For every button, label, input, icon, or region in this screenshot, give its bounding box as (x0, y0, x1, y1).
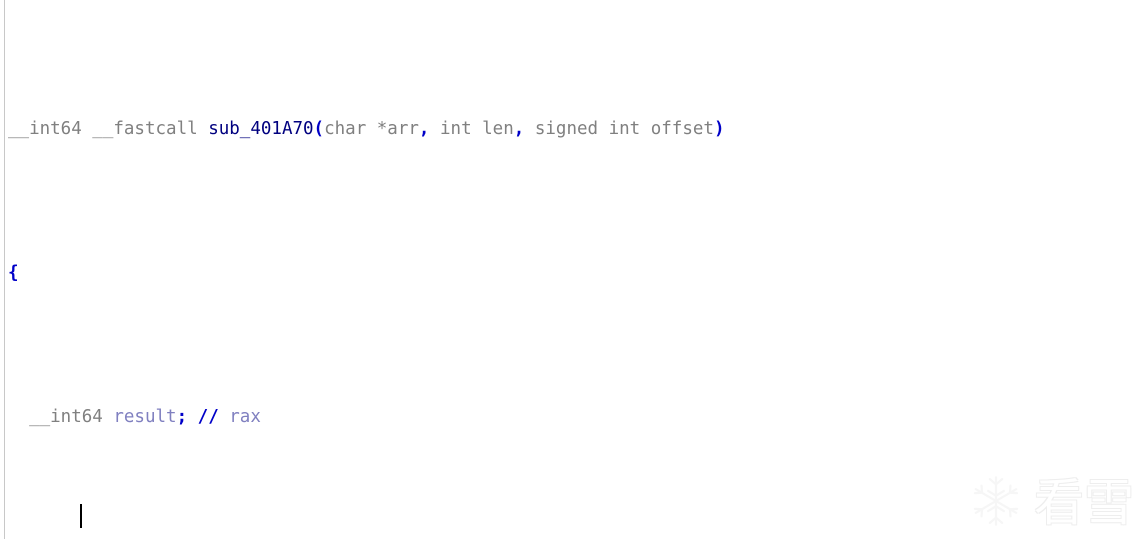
token-comment-marker: // (197, 407, 230, 428)
token-type: signed int offset (534, 119, 714, 140)
code-area[interactable]: __int64 __fastcall sub_401A70(char *arr,… (0, 0, 1146, 539)
code-line[interactable]: __int64 result; // rax (0, 403, 1146, 432)
token-type: __int64 __fastcall (8, 119, 209, 140)
token-punctuation: ( (313, 119, 325, 140)
token-function-name[interactable]: sub_401A70 (208, 119, 313, 139)
token-variable[interactable]: result (113, 407, 176, 427)
token-brace: { (8, 263, 19, 284)
token-punctuation: ) (713, 119, 725, 140)
token-punctuation: , (418, 119, 440, 140)
token-comment-text: rax (229, 407, 261, 428)
token-type: char *arr (324, 119, 419, 140)
code-line[interactable]: { (0, 259, 1146, 288)
token-punctuation: ; (176, 407, 198, 428)
token-type: __int64 (8, 407, 114, 428)
token-punctuation: , (513, 119, 535, 140)
pseudocode-window: __int64 __fastcall sub_401A70(char *arr,… (0, 0, 1146, 539)
token-type: int len (440, 119, 514, 140)
code-line[interactable]: __int64 __fastcall sub_401A70(char *arr,… (0, 115, 1146, 144)
text-caret (80, 504, 82, 528)
